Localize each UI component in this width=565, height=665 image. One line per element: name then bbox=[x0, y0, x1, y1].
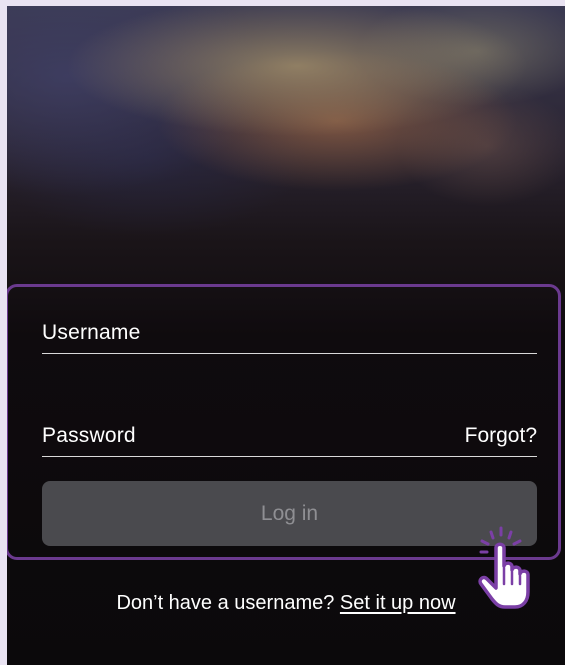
pointer-hand-icon bbox=[478, 526, 530, 609]
username-field[interactable]: Username bbox=[42, 313, 537, 354]
username-label: Username bbox=[42, 321, 141, 344]
login-button[interactable]: Log in bbox=[42, 481, 537, 546]
password-field[interactable]: Password Forgot? bbox=[42, 416, 537, 457]
setup-username-link[interactable]: Set it up now bbox=[340, 592, 456, 614]
password-label: Password bbox=[42, 424, 136, 447]
login-screen: Username Password Forgot? Log in Don’t h… bbox=[7, 6, 565, 665]
forgot-password-link[interactable]: Forgot? bbox=[465, 424, 537, 448]
signup-prompt-text: Don’t have a username? bbox=[116, 592, 335, 614]
